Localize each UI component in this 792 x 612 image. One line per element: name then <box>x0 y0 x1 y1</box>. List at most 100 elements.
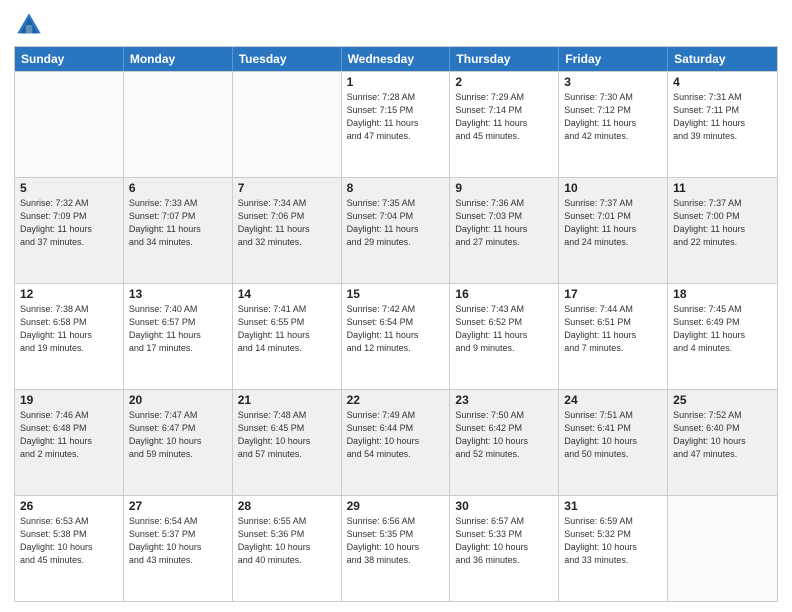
day-info: Sunrise: 7:38 AM Sunset: 6:58 PM Dayligh… <box>20 303 118 355</box>
day-number: 12 <box>20 287 118 301</box>
day-number: 6 <box>129 181 227 195</box>
calendar-cell: 21 Sunrise: 7:48 AM Sunset: 6:45 PM Dayli… <box>233 390 342 495</box>
day-info: Sunrise: 7:48 AM Sunset: 6:45 PM Dayligh… <box>238 409 336 461</box>
calendar: SundayMondayTuesdayWednesdayThursdayFrid… <box>14 46 778 602</box>
day-number: 22 <box>347 393 445 407</box>
day-info: Sunrise: 7:28 AM Sunset: 7:15 PM Dayligh… <box>347 91 445 143</box>
calendar-week: 5Sunrise: 7:32 AM Sunset: 7:09 PM Daylig… <box>15 177 777 283</box>
calendar-cell <box>15 72 124 177</box>
day-number: 1 <box>347 75 445 89</box>
calendar-cell: 20 Sunrise: 7:47 AM Sunset: 6:47 PM Dayli… <box>124 390 233 495</box>
header <box>14 10 778 40</box>
calendar-cell <box>124 72 233 177</box>
calendar-cell: 6 Sunrise: 7:33 AM Sunset: 7:07 PM Daylig… <box>124 178 233 283</box>
calendar-week: 19 Sunrise: 7:46 AM Sunset: 6:48 PM Dayli… <box>15 389 777 495</box>
calendar-header-cell: Tuesday <box>233 47 342 71</box>
calendar-cell: 14Sunrise: 7:41 AM Sunset: 6:55 PM Dayli… <box>233 284 342 389</box>
calendar-cell: 8Sunrise: 7:35 AM Sunset: 7:04 PM Daylig… <box>342 178 451 283</box>
day-info: Sunrise: 6:55 AM Sunset: 5:36 PM Dayligh… <box>238 515 336 567</box>
calendar-week: 12 Sunrise: 7:38 AM Sunset: 6:58 PM Dayli… <box>15 283 777 389</box>
calendar-header-row: SundayMondayTuesdayWednesdayThursdayFrid… <box>15 47 777 71</box>
day-info: Sunrise: 6:56 AM Sunset: 5:35 PM Dayligh… <box>347 515 445 567</box>
day-info: Sunrise: 7:42 AM Sunset: 6:54 PM Dayligh… <box>347 303 445 355</box>
day-number: 25 <box>673 393 772 407</box>
day-number: 17 <box>564 287 662 301</box>
day-number: 29 <box>347 499 445 513</box>
day-info: Sunrise: 7:30 AM Sunset: 7:12 PM Dayligh… <box>564 91 662 143</box>
calendar-cell: 3 Sunrise: 7:30 AM Sunset: 7:12 PM Daylig… <box>559 72 668 177</box>
day-number: 31 <box>564 499 662 513</box>
calendar-body: 1 Sunrise: 7:28 AM Sunset: 7:15 PM Daylig… <box>15 71 777 601</box>
day-info: Sunrise: 7:37 AM Sunset: 7:01 PM Dayligh… <box>564 197 662 249</box>
calendar-cell: 23 Sunrise: 7:50 AM Sunset: 6:42 PM Dayli… <box>450 390 559 495</box>
calendar-cell: 27Sunrise: 6:54 AM Sunset: 5:37 PM Dayli… <box>124 496 233 601</box>
calendar-header-cell: Sunday <box>15 47 124 71</box>
calendar-cell: 10 Sunrise: 7:37 AM Sunset: 7:01 PM Dayli… <box>559 178 668 283</box>
calendar-cell: 18Sunrise: 7:45 AM Sunset: 6:49 PM Dayli… <box>668 284 777 389</box>
day-number: 4 <box>673 75 772 89</box>
logo <box>14 10 46 40</box>
day-info: Sunrise: 7:37 AM Sunset: 7:00 PM Dayligh… <box>673 197 772 249</box>
day-number: 26 <box>20 499 118 513</box>
day-number: 3 <box>564 75 662 89</box>
day-info: Sunrise: 7:40 AM Sunset: 6:57 PM Dayligh… <box>129 303 227 355</box>
day-info: Sunrise: 7:46 AM Sunset: 6:48 PM Dayligh… <box>20 409 118 461</box>
calendar-cell: 26 Sunrise: 6:53 AM Sunset: 5:38 PM Dayli… <box>15 496 124 601</box>
calendar-cell: 19 Sunrise: 7:46 AM Sunset: 6:48 PM Dayli… <box>15 390 124 495</box>
calendar-cell: 1 Sunrise: 7:28 AM Sunset: 7:15 PM Daylig… <box>342 72 451 177</box>
day-number: 20 <box>129 393 227 407</box>
calendar-cell: 15 Sunrise: 7:42 AM Sunset: 6:54 PM Dayli… <box>342 284 451 389</box>
calendar-cell: 7 Sunrise: 7:34 AM Sunset: 7:06 PM Daylig… <box>233 178 342 283</box>
day-info: Sunrise: 7:33 AM Sunset: 7:07 PM Dayligh… <box>129 197 227 249</box>
day-info: Sunrise: 7:35 AM Sunset: 7:04 PM Dayligh… <box>347 197 445 249</box>
day-number: 7 <box>238 181 336 195</box>
day-number: 5 <box>20 181 118 195</box>
calendar-cell <box>668 496 777 601</box>
day-number: 18 <box>673 287 772 301</box>
day-number: 27 <box>129 499 227 513</box>
calendar-header-cell: Wednesday <box>342 47 451 71</box>
calendar-header-cell: Saturday <box>668 47 777 71</box>
calendar-cell: 13Sunrise: 7:40 AM Sunset: 6:57 PM Dayli… <box>124 284 233 389</box>
day-info: Sunrise: 7:51 AM Sunset: 6:41 PM Dayligh… <box>564 409 662 461</box>
calendar-cell: 24 Sunrise: 7:51 AM Sunset: 6:41 PM Dayli… <box>559 390 668 495</box>
day-info: Sunrise: 7:47 AM Sunset: 6:47 PM Dayligh… <box>129 409 227 461</box>
day-info: Sunrise: 7:49 AM Sunset: 6:44 PM Dayligh… <box>347 409 445 461</box>
calendar-cell: 30Sunrise: 6:57 AM Sunset: 5:33 PM Dayli… <box>450 496 559 601</box>
calendar-week: 26 Sunrise: 6:53 AM Sunset: 5:38 PM Dayli… <box>15 495 777 601</box>
day-number: 15 <box>347 287 445 301</box>
day-number: 11 <box>673 181 772 195</box>
calendar-cell: 28 Sunrise: 6:55 AM Sunset: 5:36 PM Dayli… <box>233 496 342 601</box>
day-info: Sunrise: 7:31 AM Sunset: 7:11 PM Dayligh… <box>673 91 772 143</box>
day-info: Sunrise: 7:29 AM Sunset: 7:14 PM Dayligh… <box>455 91 553 143</box>
day-number: 16 <box>455 287 553 301</box>
calendar-cell: 12 Sunrise: 7:38 AM Sunset: 6:58 PM Dayli… <box>15 284 124 389</box>
calendar-cell: 16 Sunrise: 7:43 AM Sunset: 6:52 PM Dayli… <box>450 284 559 389</box>
day-info: Sunrise: 7:43 AM Sunset: 6:52 PM Dayligh… <box>455 303 553 355</box>
day-number: 19 <box>20 393 118 407</box>
calendar-cell <box>233 72 342 177</box>
calendar-cell: 29 Sunrise: 6:56 AM Sunset: 5:35 PM Dayli… <box>342 496 451 601</box>
day-info: Sunrise: 7:50 AM Sunset: 6:42 PM Dayligh… <box>455 409 553 461</box>
day-number: 10 <box>564 181 662 195</box>
calendar-cell: 9Sunrise: 7:36 AM Sunset: 7:03 PM Daylig… <box>450 178 559 283</box>
calendar-cell: 5Sunrise: 7:32 AM Sunset: 7:09 PM Daylig… <box>15 178 124 283</box>
day-info: Sunrise: 7:44 AM Sunset: 6:51 PM Dayligh… <box>564 303 662 355</box>
calendar-cell: 25Sunrise: 7:52 AM Sunset: 6:40 PM Dayli… <box>668 390 777 495</box>
day-number: 23 <box>455 393 553 407</box>
calendar-header-cell: Friday <box>559 47 668 71</box>
calendar-header-cell: Thursday <box>450 47 559 71</box>
day-info: Sunrise: 7:36 AM Sunset: 7:03 PM Dayligh… <box>455 197 553 249</box>
day-number: 28 <box>238 499 336 513</box>
calendar-cell: 11 Sunrise: 7:37 AM Sunset: 7:00 PM Dayli… <box>668 178 777 283</box>
calendar-cell: 4 Sunrise: 7:31 AM Sunset: 7:11 PM Daylig… <box>668 72 777 177</box>
day-number: 21 <box>238 393 336 407</box>
day-number: 24 <box>564 393 662 407</box>
page: SundayMondayTuesdayWednesdayThursdayFrid… <box>0 0 792 612</box>
day-info: Sunrise: 6:53 AM Sunset: 5:38 PM Dayligh… <box>20 515 118 567</box>
day-info: Sunrise: 7:41 AM Sunset: 6:55 PM Dayligh… <box>238 303 336 355</box>
calendar-cell: 2Sunrise: 7:29 AM Sunset: 7:14 PM Daylig… <box>450 72 559 177</box>
day-info: Sunrise: 7:34 AM Sunset: 7:06 PM Dayligh… <box>238 197 336 249</box>
calendar-cell: 17 Sunrise: 7:44 AM Sunset: 6:51 PM Dayli… <box>559 284 668 389</box>
calendar-week: 1 Sunrise: 7:28 AM Sunset: 7:15 PM Daylig… <box>15 71 777 177</box>
